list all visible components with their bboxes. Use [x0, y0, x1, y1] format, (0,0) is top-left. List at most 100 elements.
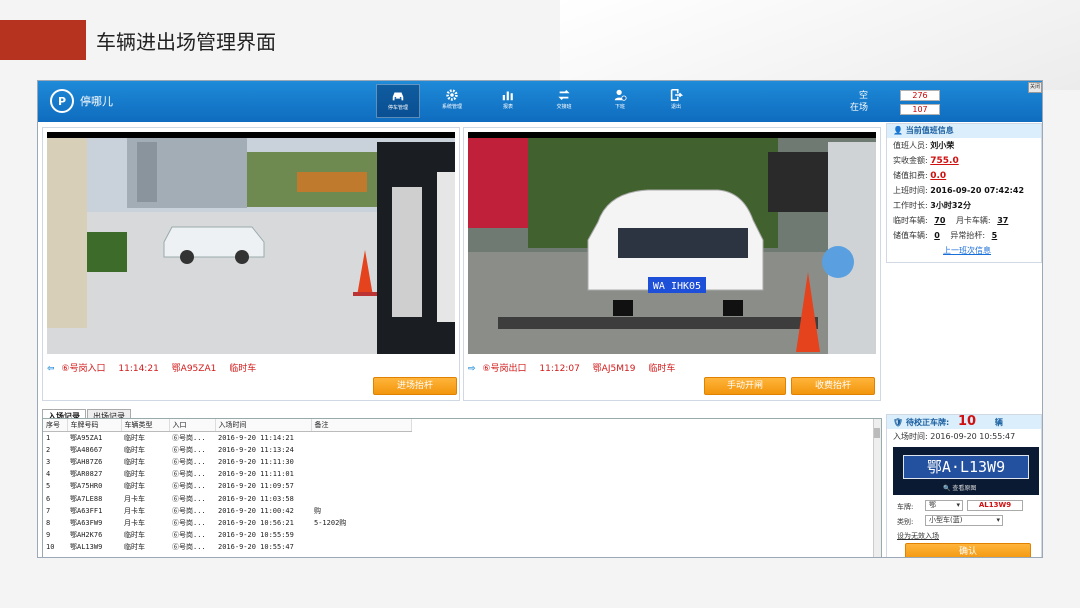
table-row[interactable]: 6 鄂A7LE88 月卡车 ⑥号岗... 2016-9-20 11:03:58 [43, 492, 411, 504]
table-cell: 2016-9-20 11:09:57 [218, 482, 294, 491]
table-scrollbar[interactable] [873, 419, 881, 557]
entry-lift-gate-button[interactable]: 进场抬杆 [373, 377, 457, 395]
nav-label: 停车管理 [387, 105, 408, 111]
table-cell: ⑥号岗... [172, 470, 206, 479]
plate-number-input[interactable]: AL13W9 [967, 500, 1023, 511]
table-row[interactable]: 2 鄂A48667 临时车 ⑥号岗... 2016-9-20 11:13:24 [43, 444, 411, 456]
table-cell: 2016-9-20 11:11:30 [218, 457, 294, 466]
shield-icon: 🛡 [893, 418, 904, 427]
table-row[interactable]: 3 鄂AH87Z6 临时车 ⑥号岗... 2016-9-20 11:11:30 [43, 456, 411, 468]
chevron-down-icon: ▾ [996, 516, 1000, 524]
prev-shift-link[interactable]: 上一班次信息 [887, 243, 1041, 258]
table-cell: ⑥号岗... [172, 518, 206, 527]
close-button[interactable]: 关闭 [1028, 82, 1042, 93]
start-row: 上班时间: 2016-09-20 07:42:42 [887, 183, 1041, 198]
table-cell: 鄂AH2K76 [70, 531, 103, 540]
nav-reports[interactable]: 报表 [486, 84, 530, 118]
duty-info-panel: 👤 当前值班信息 值班人员: 刘小荣 实收金额: 755.0 储值扣费: 0.0… [886, 123, 1042, 263]
nav-shift-handover[interactable]: 交接班 [542, 84, 586, 118]
vehicle-type-select[interactable]: 小型车(蓝) ▾ [925, 515, 1003, 526]
table-cell: 月卡车 [124, 506, 145, 515]
col-header[interactable]: 备注 [311, 419, 412, 432]
table-cell: 鄂AL13W9 [70, 543, 103, 552]
correction-title: 待校正车牌: [905, 418, 950, 427]
logo-icon: P [50, 89, 74, 113]
table-row[interactable]: 10 鄂AL13W9 临时车 ⑥号岗... 2016-9-20 10:55:47 [43, 541, 411, 553]
table-row[interactable]: 8 鄂A63FW9 月卡车 ⑥号岗... 2016-9-20 10:56:21 5-120… [43, 517, 411, 529]
table-cell: 2016-9-20 10:55:59 [218, 531, 294, 540]
table-cell: 9 [46, 531, 51, 540]
staff-row: 值班人员: 刘小荣 [887, 138, 1041, 153]
correction-unit: 辆 [994, 418, 1003, 427]
table-cell: 2016-9-20 11:14:21 [218, 433, 294, 442]
table-cell: ⑥号岗... [172, 543, 206, 552]
col-header[interactable]: 车牌号码 [67, 419, 122, 432]
scrollbar-thumb[interactable] [874, 428, 880, 438]
table-cell: 2016-9-20 11:00:42 [218, 506, 294, 515]
table-cell: 临时车 [124, 531, 145, 540]
correction-entry-time-label: 入场时间: [893, 432, 928, 441]
table-cell [311, 432, 411, 444]
set-invalid-link[interactable]: 设为无效入场 [897, 531, 939, 541]
entry-camera-view [47, 132, 455, 354]
correction-entry-time: 2016-09-20 10:55:47 [930, 432, 1016, 441]
exit-location: ⑥号岗出口 [482, 364, 527, 374]
parking-app-window: P 停哪儿 停车管理 系统管理 报表 交接班 下班 退出 空 在场 276 10… [37, 80, 1043, 558]
exit-camera-view: WA IHK05 [468, 132, 876, 354]
table-cell [311, 480, 411, 492]
table-header-row: 序号 车牌号码 车辆类型 入口 入场时间 备注 [43, 419, 412, 432]
table-cell: 6 [46, 494, 51, 503]
charge-lift-button[interactable]: 收费抬杆 [791, 377, 875, 395]
entry-vehicle-type: 临时车 [229, 364, 257, 374]
table-cell [311, 468, 411, 480]
entry-camera-image [47, 132, 455, 354]
records-table-container: 序号 车牌号码 车辆类型 入口 入场时间 备注 1 鄂A95ZA1 临时车 ⑥号岗..… [42, 418, 882, 557]
confirm-button[interactable]: 确认 [905, 543, 1031, 557]
table-cell: 2016-9-20 10:55:47 [218, 543, 294, 552]
exit-camera-image: WA IHK05 [468, 132, 876, 354]
table-row[interactable]: 1 鄂A95ZA1 临时车 ⑥号岗... 2016-9-20 11:14:21 [43, 432, 411, 444]
col-header[interactable]: 入口 [169, 419, 216, 432]
province-select[interactable]: 鄂 ▾ [925, 500, 963, 511]
col-header[interactable]: 入场时间 [215, 419, 312, 432]
staff-label: 值班人员: [893, 141, 928, 150]
abnormal-label: 异常抬杆: [950, 231, 986, 240]
col-header[interactable]: 序号 [43, 419, 68, 432]
table-cell [311, 456, 411, 468]
swap-icon [558, 90, 570, 100]
nav-label: 退出 [670, 104, 681, 110]
table-cell: ⑥号岗... [172, 482, 206, 491]
exit-icon [670, 88, 683, 102]
table-cell: 临时车 [124, 482, 145, 491]
temp-label: 临时车辆: [893, 216, 928, 225]
gear-icon [446, 89, 458, 101]
table-cell: 1 [46, 433, 51, 442]
table-cell: 5 [46, 482, 51, 491]
nav-label: 下班 [614, 104, 625, 110]
table-row[interactable]: 7 鄂A63FF1 月卡车 ⑥号岗... 2016-9-20 11:00:42 购 [43, 505, 411, 517]
exit-time: 11:12:07 [539, 364, 580, 374]
nav-exit[interactable]: 退出 [654, 84, 698, 118]
top-navigation-bar: P 停哪儿 停车管理 系统管理 报表 交接班 下班 退出 空 在场 276 10… [38, 81, 1042, 122]
manual-open-button[interactable]: 手动开闸 [704, 377, 786, 395]
table-cell: 鄂A63FW9 [70, 518, 103, 527]
table-row[interactable]: 4 鄂AR0827 临时车 ⑥号岗... 2016-9-20 11:11:01 [43, 468, 411, 480]
user-icon: 👤 [893, 126, 903, 135]
slide-background-shape [560, 0, 1080, 90]
nav-off-duty[interactable]: 下班 [598, 84, 642, 118]
table-cell: ⑥号岗... [172, 445, 206, 454]
correction-header: 🛡 待校正车牌: 10 辆 [887, 415, 1041, 429]
table-row[interactable]: 9 鄂AH2K76 临时车 ⑥号岗... 2016-9-20 10:55:59 [43, 529, 411, 541]
table-row[interactable]: 5 鄂A75HR0 临时车 ⑥号岗... 2016-9-20 11:09:57 [43, 480, 411, 492]
view-original-link[interactable]: 🔍 查看原图 [943, 483, 976, 492]
table-cell: 临时车 [124, 445, 145, 454]
slide-title: 车辆进出场管理界面 [96, 30, 276, 54]
vacant-count: 276 [900, 90, 940, 101]
table-cell: ⑥号岗... [172, 531, 206, 540]
col-header[interactable]: 车辆类型 [121, 419, 170, 432]
nav-system-management[interactable]: 系统管理 [430, 84, 474, 118]
table-cell: ⑥号岗... [172, 494, 206, 503]
nav-parking-management[interactable]: 停车管理 [376, 84, 420, 118]
plate-image[interactable]: 鄂A·L13W9 🔍 查看原图 [893, 447, 1039, 495]
table-cell [311, 492, 411, 504]
